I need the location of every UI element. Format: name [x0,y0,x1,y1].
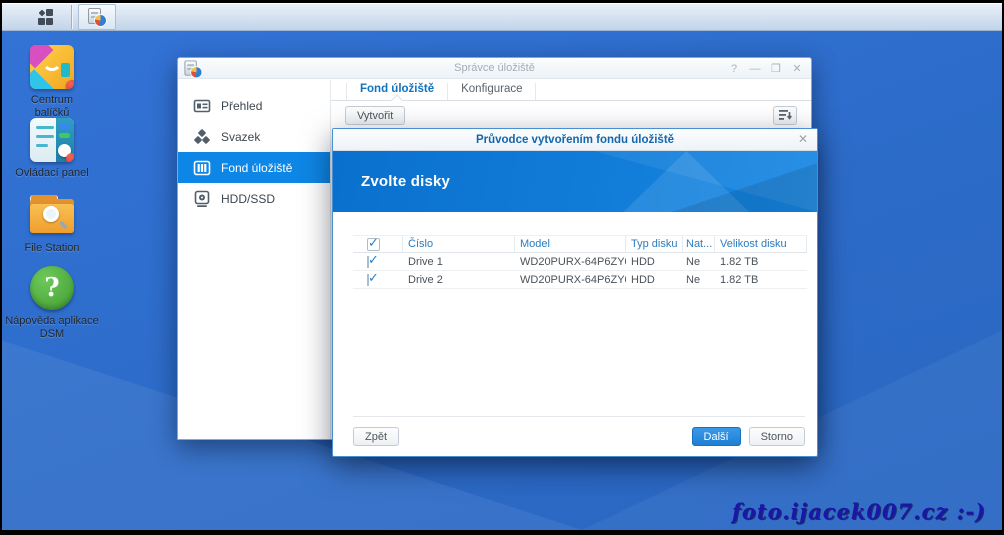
sidebar-item-overview[interactable]: Přehled [178,90,330,121]
cell-disk-size: 1.82 TB [715,274,807,286]
overview-icon [193,97,211,115]
storage-pool-wizard-dialog: Průvodce vytvořením fondu úložiště ✕ Zvo… [332,128,818,457]
row-checkbox[interactable] [367,256,369,268]
apps-grid-icon [38,9,54,25]
cell-model: WD20PURX-64P6ZY0 [515,256,626,268]
desktop-icon-label: File Station [4,242,100,255]
sort-descending-icon [778,109,793,122]
banner-facets [333,151,817,212]
cell-nat: Ne [683,274,715,286]
desktop-icon-label: Nápověda aplikace DSM [4,315,100,341]
storage-manager-task-button[interactable] [78,4,116,30]
sidebar-item-label: HDD/SSD [221,192,275,206]
control-panel-icon [30,118,74,162]
cell-nat: Ne [683,256,715,268]
storage-pool-icon [193,159,211,177]
table-header-row: Číslo Model Typ disku Nat... Velikost di… [353,235,807,253]
dialog-footer: Zpět Další Storno [353,416,805,456]
table-row[interactable]: Drive 2 WD20PURX-64P6ZY0 HDD Ne 1.82 TB [353,271,807,289]
create-button[interactable]: Vytvořit [345,106,405,125]
desktop-icon-label: Ovládací panel [4,167,100,180]
photo-watermark: foto.ijacek007.cz :-) [732,499,986,524]
sort-button[interactable] [773,106,797,125]
tabs-bar: Fond úložiště Konfigurace [331,80,811,101]
maximize-button[interactable]: ❐ [770,62,782,75]
cell-number: Drive 2 [403,274,515,286]
desktop-icon-file-station[interactable]: File Station [4,193,100,255]
taskbar [2,3,1002,31]
back-button[interactable]: Zpět [353,427,399,446]
dialog-titlebar[interactable]: Průvodce vytvořením fondu úložiště ✕ [333,129,817,151]
next-button[interactable]: Další [692,427,741,446]
column-header[interactable]: Velikost disku [715,236,807,252]
toolbar: Vytvořit [331,101,811,130]
column-header[interactable]: Číslo [403,236,515,252]
cell-disk-type: HDD [626,274,683,286]
sidebar-item-label: Fond úložiště [221,161,292,175]
desktop-icon-label: Centrum balíčků [4,94,100,120]
desktop-icon-package-center[interactable]: Centrum balíčků [4,45,100,120]
desktop-icon-control-panel[interactable]: Ovládací panel [4,118,100,180]
tab-storage-pool[interactable]: Fond úložiště [346,83,448,100]
select-all-checkbox[interactable] [367,238,380,251]
sidebar: Přehled Svazek [178,80,331,439]
tab-configuration[interactable]: Konfigurace [448,83,536,100]
dialog-body: Číslo Model Typ disku Nat... Velikost di… [333,213,817,416]
help-button[interactable]: ? [728,63,740,75]
cell-disk-type: HDD [626,256,683,268]
volume-cubes-icon [193,128,211,146]
desktop-icon-dsm-help[interactable]: ? Nápověda aplikace DSM [4,266,100,341]
help-question-icon: ? [30,266,74,310]
column-header[interactable]: Typ disku [626,236,683,252]
column-header[interactable]: Nat... [683,236,715,252]
screen: Centrum balíčků Ovládací panel File Stat… [0,0,1004,535]
window-titlebar[interactable]: Správce úložiště ? — ❐ ✕ [178,58,811,79]
notification-badge [66,153,74,162]
storage-manager-icon [88,8,106,26]
file-station-icon [30,193,74,237]
close-button[interactable]: ✕ [791,62,803,75]
cell-model: WD20PURX-64P6ZY0 [515,274,626,286]
wizard-banner: Zvolte disky [333,151,817,212]
cell-disk-size: 1.82 TB [715,256,807,268]
notification-badge [66,80,74,89]
cell-number: Drive 1 [403,256,515,268]
sidebar-item-label: Přehled [221,99,262,113]
window-title: Správce úložiště [178,62,811,74]
package-center-icon [30,45,74,89]
taskbar-divider [71,5,72,29]
dialog-title: Průvodce vytvořením fondu úložiště [476,134,674,146]
sidebar-item-storage-pool[interactable]: Fond úložiště [178,152,330,183]
main-menu-button[interactable] [28,4,64,30]
sidebar-item-volume[interactable]: Svazek [178,121,330,152]
table-row[interactable]: Drive 1 WD20PURX-64P6ZY0 HDD Ne 1.82 TB [353,253,807,271]
sidebar-item-label: Svazek [221,130,260,144]
cancel-button[interactable]: Storno [749,427,805,446]
hard-drive-icon [193,190,211,208]
dialog-close-icon[interactable]: ✕ [798,132,808,146]
disk-table: Číslo Model Typ disku Nat... Velikost di… [353,235,807,289]
sidebar-item-hdd-ssd[interactable]: HDD/SSD [178,183,330,214]
row-checkbox[interactable] [367,274,369,286]
column-header[interactable]: Model [515,236,626,252]
minimize-button[interactable]: — [749,63,761,75]
